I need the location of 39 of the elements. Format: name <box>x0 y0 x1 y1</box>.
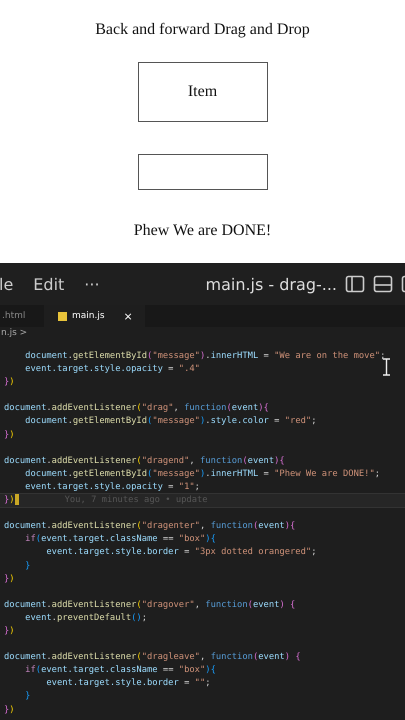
code-line: document.addEventListener("dragleave", function(event) { <box>4 651 301 664</box>
code-line: event.target.style.opacity = ".4" <box>24 363 200 376</box>
panel-toggle-icon[interactable] <box>373 275 393 293</box>
code-line: }) <box>4 494 15 508</box>
code-line: }) <box>4 376 15 390</box>
code-line: }) <box>4 428 15 442</box>
page-heading: Back and forward Drag and Drop <box>95 21 310 39</box>
breadcrumb[interactable]: n.js > <box>0 327 405 340</box>
code-line: document.getElementById("message").style.color = "red"; <box>24 415 317 428</box>
code-line: document.getElementById("message").innerHTML = "We are on the move"; <box>24 350 386 363</box>
code-line: } <box>24 690 30 704</box>
close-icon[interactable]: × <box>124 310 133 322</box>
code-line: }) <box>4 704 15 717</box>
code-line: }) <box>4 624 15 638</box>
js-file-icon <box>58 312 67 320</box>
code-line: event.target.style.border = ""; <box>45 677 211 690</box>
code-line: event.target.style.border = "3px dotted orangered"; <box>45 546 316 560</box>
text-caret <box>14 494 19 506</box>
menu-item[interactable]: Edit <box>33 274 64 294</box>
editor-tab[interactable]: main.js × <box>44 305 145 327</box>
code-line: document.addEventListener("drag", function(event){ <box>4 402 269 416</box>
menu-item[interactable]: ··· <box>84 274 100 294</box>
code-line: document.getElementById("message").innerHTML = "Phew We are DONE!"; <box>24 468 380 481</box>
text-cursor-icon <box>382 358 391 376</box>
code-line: if(event.target.className == "box"){ <box>24 664 216 678</box>
code-line: if(event.target.className == "box"){ <box>24 533 216 546</box>
code-line: } <box>24 560 30 572</box>
window-title: main.js - drag-... <box>205 274 337 294</box>
drag-item[interactable]: Item <box>138 62 268 122</box>
menu-item[interactable]: le <box>0 274 14 294</box>
code-line: }) <box>4 572 15 586</box>
code-line: document.addEventListener("dragenter", function(event){ <box>4 520 296 534</box>
editor-tab[interactable]: .html <box>0 305 44 327</box>
split-editor-icon[interactable] <box>345 275 365 293</box>
code-line: event.preventDefault(); <box>24 612 148 625</box>
code-line: document.addEventListener("dragend", function(event){ <box>4 454 285 468</box>
code-line: event.target.style.opacity = "1"; <box>24 480 200 494</box>
status-message: Phew We are DONE! <box>134 222 272 240</box>
code-line: document.addEventListener("dragover", function(event) { <box>4 598 296 612</box>
